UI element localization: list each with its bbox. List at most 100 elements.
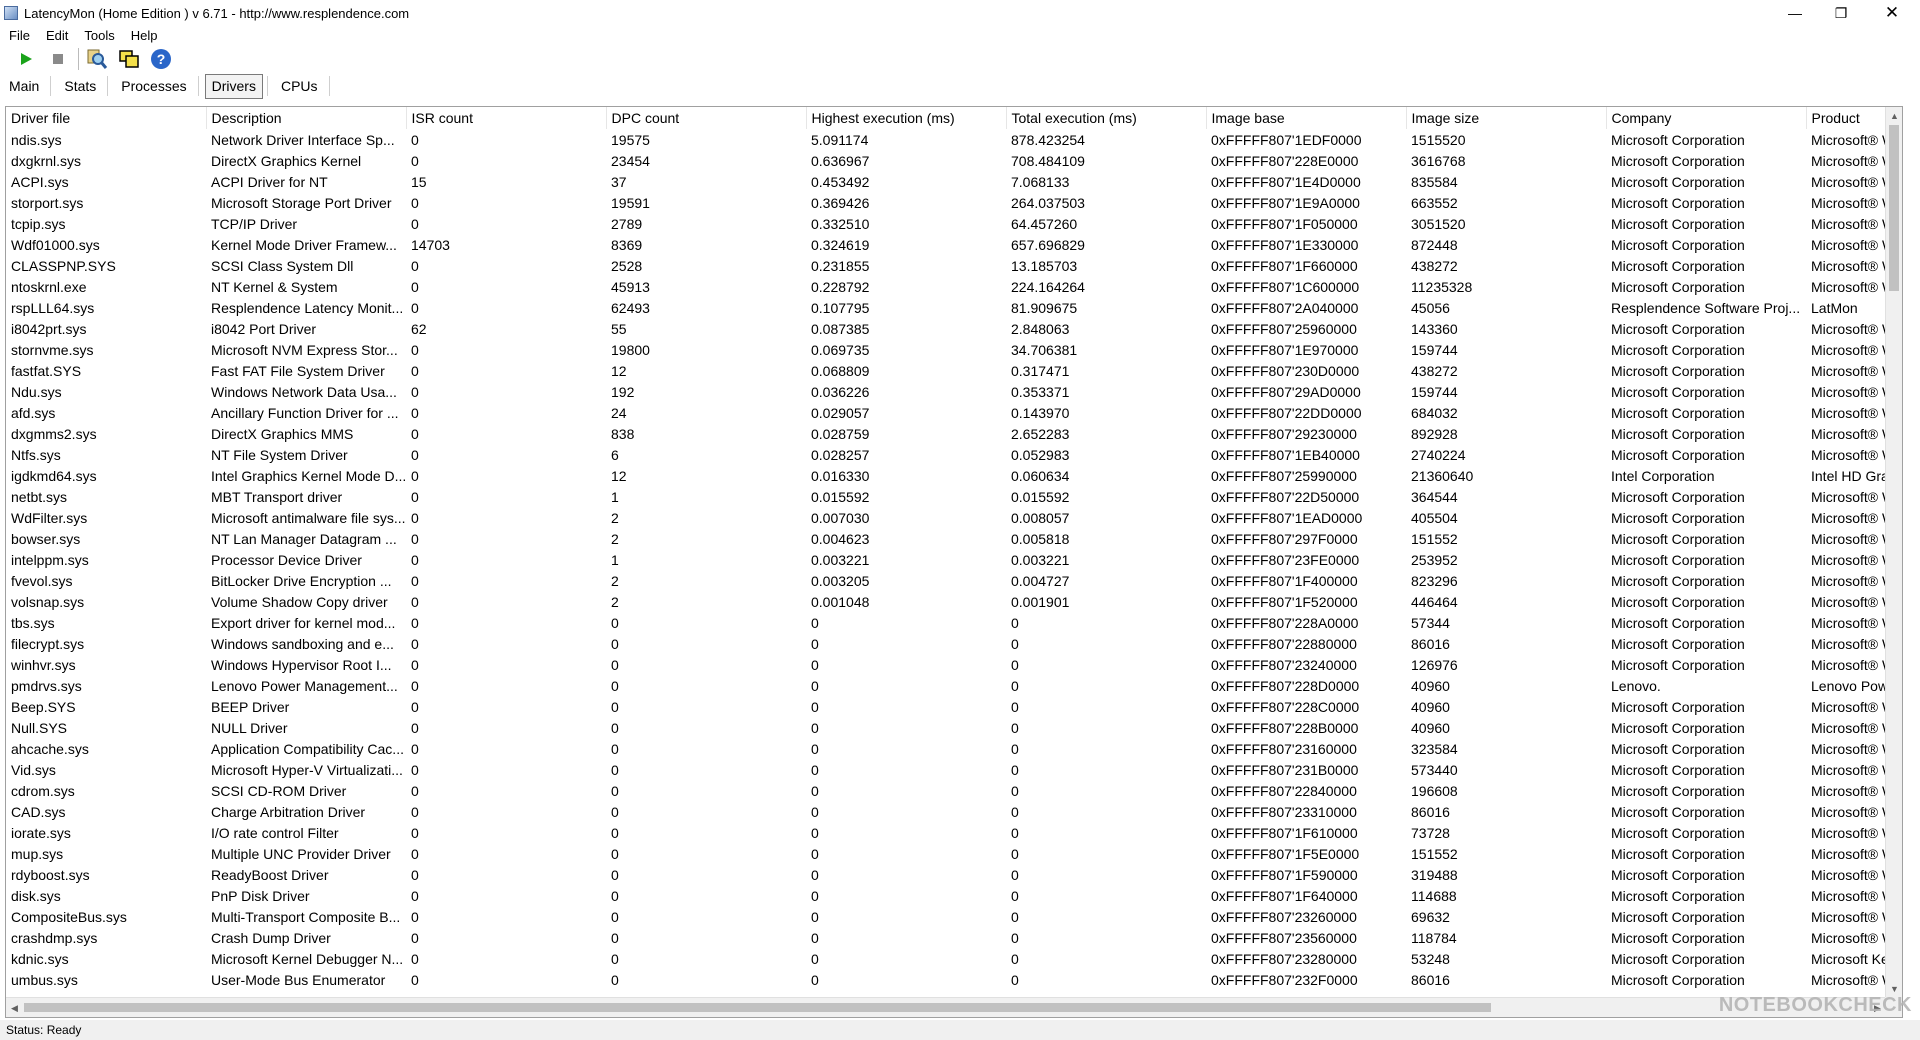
tab-main[interactable]: Main [2, 74, 46, 99]
menu-file[interactable]: File [6, 28, 33, 43]
table-row[interactable]: Wdf01000.sys Kernel Mode Driver Framew...… [6, 234, 1886, 255]
cell-image-size: 40960 [1411, 719, 1450, 736]
table-row[interactable]: fastfat.SYS Fast FAT File System Driver 0 1… [6, 360, 1886, 381]
cell-dpc-count: 19575 [611, 131, 650, 148]
table-row[interactable]: Null.SYS NULL Driver 0 0 0 0 0xFFFFF807'228B00… [6, 717, 1886, 738]
table-row[interactable]: CAD.sys Charge Arbitration Driver 0 0 0 0 0xFF… [6, 801, 1886, 822]
cell-description: BitLocker Drive Encryption ... [211, 572, 392, 589]
menu-edit[interactable]: Edit [43, 28, 71, 43]
table-row[interactable]: tcpip.sys TCP/IP Driver 0 2789 0.332510 64.45… [6, 213, 1886, 234]
stop-monitor-button[interactable] [46, 47, 70, 71]
table-row[interactable]: Ntfs.sys NT File System Driver 0 6 0.028257 0… [6, 444, 1886, 465]
menu-help[interactable]: Help [128, 28, 161, 43]
table-row[interactable]: ahcache.sys Application Compatibility Cac… [6, 738, 1886, 759]
vertical-scroll-thumb[interactable] [1889, 125, 1899, 291]
table-row[interactable]: CLASSPNP.SYS SCSI Class System Dll 0 2528 0.… [6, 255, 1886, 276]
start-monitor-button[interactable] [14, 47, 38, 71]
column-header-highest-execution[interactable]: Highest execution (ms) [806, 107, 1007, 129]
table-row[interactable]: crashdmp.sys Crash Dump Driver 0 0 0 0 0xFFFFF… [6, 927, 1886, 948]
column-header-driver-file[interactable]: Driver file [6, 107, 207, 129]
cell-image-base: 0xFFFFF807'1E4D0000 [1211, 173, 1361, 190]
cell-company: Microsoft Corporation [1611, 908, 1745, 925]
table-row[interactable]: rdyboost.sys ReadyBoost Driver 0 0 0 0 0xFFFFF… [6, 864, 1886, 885]
column-header-total-execution[interactable]: Total execution (ms) [1006, 107, 1207, 129]
table-row[interactable]: filecrypt.sys Windows sandboxing and e...… [6, 633, 1886, 654]
column-header-dpc-count[interactable]: DPC count [606, 107, 807, 129]
cell-image-base: 0xFFFFF807'22880000 [1211, 635, 1357, 652]
horizontal-scrollbar[interactable]: ◀ ▶ [6, 997, 1886, 1017]
table-row[interactable]: Beep.SYS BEEP Driver 0 0 0 0 0xFFFFF807'228C00… [6, 696, 1886, 717]
tab-drivers[interactable]: Drivers [204, 74, 263, 99]
cell-highest-execution: 0 [811, 803, 819, 820]
column-header-product[interactable]: Product [1806, 107, 1886, 129]
cell-description: User-Mode Bus Enumerator [211, 971, 386, 988]
vertical-scrollbar[interactable]: ▲ ▼ [1885, 107, 1902, 997]
search-button[interactable] [85, 47, 109, 71]
table-row[interactable]: afd.sys Ancillary Function Driver for ...… [6, 402, 1886, 423]
table-row[interactable]: rspLLL64.sys Resplendence Latency Monit..… [6, 297, 1886, 318]
tab-processes[interactable]: Processes [114, 74, 193, 99]
table-row[interactable]: CompositeBus.sys Multi-Transport Composit… [6, 906, 1886, 927]
table-row[interactable]: Vid.sys Microsoft Hyper-V Virtualizati...… [6, 759, 1886, 780]
cell-image-base: 0xFFFFF807'25960000 [1211, 320, 1357, 337]
table-row[interactable]: ntoskrnl.exe NT Kernel & System 0 45913 0.22… [6, 276, 1886, 297]
maximize-button[interactable]: ❐ [1818, 0, 1864, 26]
horizontal-scroll-thumb[interactable] [24, 1003, 1491, 1012]
cell-driver-file: WdFilter.sys [11, 509, 88, 526]
table-row[interactable]: igdkmd64.sys Intel Graphics Kernel Mode D… [6, 465, 1886, 486]
table-row[interactable]: umbus.sys User-Mode Bus Enumerator 0 0 0 0 0xF… [6, 969, 1886, 990]
table-row[interactable]: ACPI.sys ACPI Driver for NT 15 37 0.453492 7.… [6, 171, 1886, 192]
table-row[interactable]: Ndu.sys Windows Network Data Usa... 0 192 0.… [6, 381, 1886, 402]
table-row[interactable]: cdrom.sys SCSI CD-ROM Driver 0 0 0 0 0xFFFFF80… [6, 780, 1886, 801]
menu-tools[interactable]: Tools [81, 28, 117, 43]
cell-dpc-count: 24 [611, 404, 627, 421]
cell-company: Intel Corporation [1611, 467, 1715, 484]
column-header-isr-count[interactable]: ISR count [406, 107, 607, 129]
cell-product: Microsoft® W [1811, 845, 1886, 862]
table-row[interactable]: tbs.sys Export driver for kernel mod... 0 0… [6, 612, 1886, 633]
column-header-company[interactable]: Company [1606, 107, 1807, 129]
table-row[interactable]: i8042prt.sys i8042 Port Driver 62 55 0.08738… [6, 318, 1886, 339]
table-row[interactable]: winhvr.sys Windows Hypervisor Root I... 0 0… [6, 654, 1886, 675]
table-row[interactable]: disk.sys PnP Disk Driver 0 0 0 0 0xFFFFF807'1F… [6, 885, 1886, 906]
scroll-left-icon[interactable]: ◀ [6, 998, 23, 1017]
table-row[interactable]: stornvme.sys Microsoft NVM Express Stor..… [6, 339, 1886, 360]
cell-company: Microsoft Corporation [1611, 887, 1745, 904]
cell-isr-count: 0 [411, 194, 419, 211]
cell-total-execution: 878.423254 [1011, 131, 1085, 148]
table-row[interactable]: fvevol.sys BitLocker Drive Encryption ...… [6, 570, 1886, 591]
table-row[interactable]: iorate.sys I/O rate control Filter 0 0 0 0 0xF… [6, 822, 1886, 843]
cell-total-execution: 0 [1011, 908, 1019, 925]
table-row[interactable]: kdnic.sys Microsoft Kernel Debugger N... 0… [6, 948, 1886, 969]
cell-dpc-count: 0 [611, 908, 619, 925]
table-row[interactable]: mup.sys Multiple UNC Provider Driver 0 0 0 0 0… [6, 843, 1886, 864]
table-row[interactable]: WdFilter.sys Microsoft antimalware file s… [6, 507, 1886, 528]
tab-stats[interactable]: Stats [57, 74, 103, 99]
table-row[interactable]: pmdrvs.sys Lenovo Power Management... 0 0 0 0… [6, 675, 1886, 696]
table-row[interactable]: dxgmms2.sys DirectX Graphics MMS 0 838 0.028… [6, 423, 1886, 444]
table-row[interactable]: ndis.sys Network Driver Interface Sp... 0 1… [6, 129, 1886, 150]
cell-total-execution: 0 [1011, 929, 1019, 946]
table-row[interactable]: netbt.sys MBT Transport driver 0 1 0.015592 0… [6, 486, 1886, 507]
cell-highest-execution: 0.001048 [811, 593, 870, 610]
cell-highest-execution: 0 [811, 866, 819, 883]
windows-button[interactable] [117, 47, 141, 71]
table-row[interactable]: intelppm.sys Processor Device Driver 0 1 0.0… [6, 549, 1886, 570]
cell-image-base: 0xFFFFF807'23240000 [1211, 656, 1357, 673]
tab-cpus[interactable]: CPUs [274, 74, 325, 99]
menu-bar: File Edit Tools Help [0, 26, 1920, 44]
table-row[interactable]: dxgkrnl.sys DirectX Graphics Kernel 0 23454… [6, 150, 1886, 171]
table-row[interactable]: bowser.sys NT Lan Manager Datagram ... 0 2 0… [6, 528, 1886, 549]
tab-separator [266, 76, 268, 96]
close-button[interactable]: ✕ [1864, 0, 1920, 26]
column-header-description[interactable]: Description [206, 107, 407, 129]
minimize-button[interactable]: — [1772, 0, 1818, 26]
table-row[interactable]: storport.sys Microsoft Storage Port Drive… [6, 192, 1886, 213]
table-row[interactable]: volsnap.sys Volume Shadow Copy driver 0 2 0.… [6, 591, 1886, 612]
tab-separator [50, 76, 52, 96]
scroll-up-icon[interactable]: ▲ [1886, 107, 1902, 124]
help-button[interactable]: ? [149, 47, 173, 71]
column-header-image-base[interactable]: Image base [1206, 107, 1407, 129]
cell-company: Microsoft Corporation [1611, 656, 1745, 673]
column-header-image-size[interactable]: Image size [1406, 107, 1607, 129]
